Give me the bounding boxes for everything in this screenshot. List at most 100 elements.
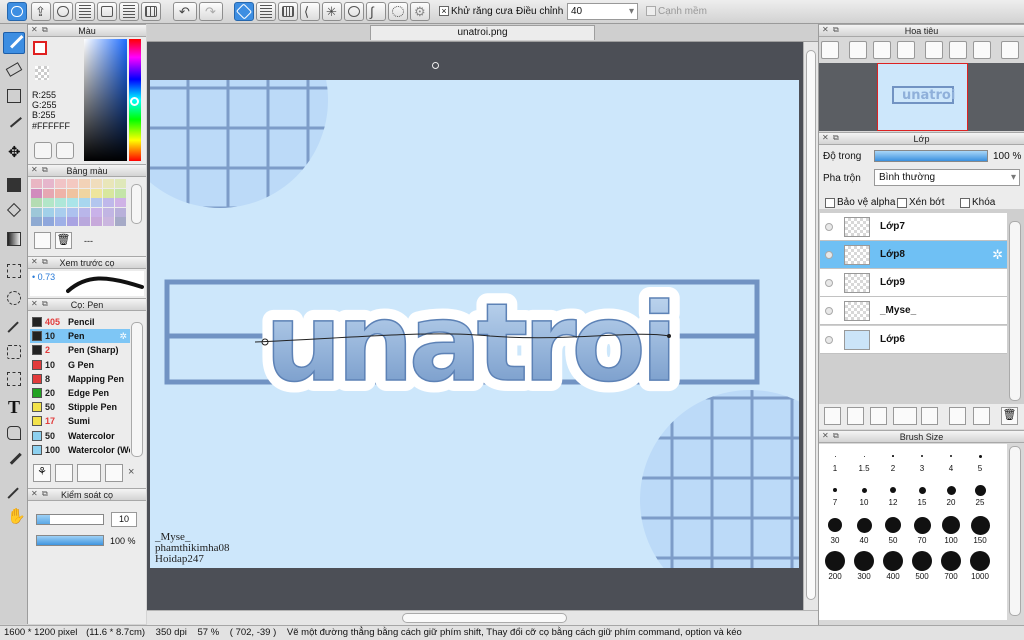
trash-icon[interactable]: 🗑 — [1001, 407, 1018, 425]
eyedropper-tool[interactable] — [3, 480, 25, 502]
vertical-scrollbar[interactable] — [803, 42, 818, 611]
snap-curve-icon[interactable]: ∫ — [366, 2, 386, 21]
hue-slider[interactable] — [129, 39, 141, 161]
float-icon[interactable]: ⧉ — [833, 432, 841, 440]
brush-item[interactable]: 100 Watercolor (We — [30, 443, 130, 457]
snap-ellipse-icon[interactable] — [388, 2, 408, 21]
palette-swatch[interactable] — [115, 188, 126, 198]
palette-swatch[interactable] — [31, 207, 42, 217]
brush-size-option[interactable]: 25 — [966, 482, 994, 507]
palette-swatch[interactable] — [31, 179, 42, 188]
vertical-scroll-thumb[interactable] — [806, 50, 816, 600]
palette-swatch[interactable] — [67, 179, 78, 188]
adjust-dropdown[interactable]: 40 ▾ — [567, 3, 638, 20]
brush-item[interactable]: 405 Pencil — [30, 315, 130, 329]
palette-swatch[interactable] — [79, 207, 90, 217]
new-layer-menu-icon[interactable] — [893, 407, 917, 425]
palette-swatch[interactable] — [55, 207, 66, 217]
palette-icon[interactable] — [34, 142, 52, 159]
new-palette-icon[interactable] — [34, 232, 51, 249]
clip-checkbox[interactable] — [897, 198, 907, 208]
brush-item[interactable]: 20 Edge Pen — [30, 386, 130, 400]
palette-swatch[interactable] — [55, 217, 66, 227]
close-icon[interactable]: ✕ — [822, 134, 830, 142]
document-tab[interactable]: unatroi.png — [370, 25, 595, 40]
duplicate-layer-icon[interactable] — [949, 407, 966, 425]
transparent-color-swatch[interactable] — [35, 66, 49, 80]
gradient-tool[interactable] — [3, 228, 25, 250]
undo-icon[interactable]: ↶ — [173, 2, 197, 21]
brush-size-option[interactable]: 150 — [966, 514, 994, 545]
move-tool[interactable]: ✥ — [3, 142, 25, 164]
palette-swatch[interactable] — [79, 198, 90, 208]
palette-swatch[interactable] — [103, 188, 114, 198]
brush-size-option[interactable]: 1 — [821, 448, 849, 473]
palette-swatch[interactable] — [91, 179, 102, 188]
float-icon[interactable]: ⧉ — [42, 258, 50, 266]
brush-item[interactable]: 17 Sumi — [30, 414, 130, 428]
brush-size-option[interactable]: 15 — [908, 482, 936, 507]
bucket-tool[interactable] — [3, 201, 25, 223]
layer-row[interactable]: Lớp7 — [820, 213, 1007, 241]
layer-opacity-slider[interactable] — [874, 150, 988, 162]
brush-size-option[interactable]: 12 — [879, 482, 907, 507]
brush-size-option[interactable]: 50 — [879, 514, 907, 545]
eye-icon[interactable] — [825, 279, 833, 287]
eye-icon[interactable] — [825, 336, 833, 344]
saturation-value-picker[interactable] — [84, 39, 127, 161]
horizontal-scrollbar[interactable] — [147, 610, 818, 625]
horizontal-scroll-thumb[interactable] — [402, 613, 567, 623]
soft-edge-checkbox[interactable] — [646, 6, 656, 16]
palette-swatch[interactable] — [43, 217, 54, 227]
brush-menu-icon[interactable] — [77, 464, 101, 482]
palette-swatch[interactable] — [79, 188, 90, 198]
brush-settings-icon[interactable] — [105, 464, 123, 482]
float-icon[interactable]: ⧉ — [42, 490, 50, 498]
new-raster-layer-icon[interactable] — [847, 407, 864, 425]
palette-swatch[interactable] — [67, 198, 78, 208]
lock-checkbox[interactable] — [960, 198, 970, 208]
comment-icon[interactable] — [53, 2, 73, 21]
brush-item[interactable]: 50 Stipple Pen — [30, 400, 130, 414]
palette-swatch[interactable] — [43, 179, 54, 188]
palette-swatch[interactable] — [43, 207, 54, 217]
brush-size-scrollbar[interactable] — [1009, 446, 1021, 616]
cloud-icon[interactable] — [7, 2, 27, 21]
snap-off-icon[interactable] — [234, 2, 254, 21]
snap-grid-icon[interactable] — [278, 2, 298, 21]
snap-radial-icon[interactable]: ⟨ — [300, 2, 320, 21]
palette-swatch[interactable] — [55, 198, 66, 208]
palette-swatch[interactable] — [55, 179, 66, 188]
layer-row[interactable]: Lớp6 — [820, 326, 1007, 354]
palette-swatch[interactable] — [67, 217, 78, 227]
list-icon[interactable] — [119, 2, 139, 21]
new-vector-layer-icon[interactable] — [870, 407, 887, 425]
brush-size-option[interactable]: 200 — [821, 550, 849, 581]
layer-row[interactable]: Lớp8 ✲ — [820, 241, 1007, 269]
palette-swatch[interactable] — [115, 217, 126, 227]
fill-rect-tool[interactable] — [3, 174, 25, 196]
palette-swatch[interactable] — [103, 207, 114, 217]
protect-alpha-checkbox[interactable] — [825, 198, 835, 208]
palette-scrollbar[interactable] — [131, 184, 142, 224]
eye-icon[interactable] — [825, 223, 833, 231]
redo-icon[interactable]: ↷ — [199, 2, 223, 21]
palette-swatch[interactable] — [91, 217, 102, 227]
eye-icon[interactable] — [825, 307, 833, 315]
snap-circle-icon[interactable] — [344, 2, 364, 21]
palette-swatch[interactable] — [67, 188, 78, 198]
rotate-reset-icon[interactable] — [949, 41, 967, 59]
brush-size-option[interactable]: 30 — [821, 514, 849, 545]
brush-size-option[interactable]: 1.5 — [850, 448, 878, 473]
brush-size-slider[interactable] — [36, 514, 104, 525]
close-icon[interactable]: ✕ — [31, 300, 39, 308]
note-icon[interactable] — [75, 2, 95, 21]
palette-swatch[interactable] — [43, 198, 54, 208]
brush-item[interactable]: 8 Mapping Pen — [30, 372, 130, 386]
layer-list-scrollbar[interactable] — [1009, 221, 1021, 401]
line-tool[interactable] — [3, 112, 25, 134]
brush-opacity-slider[interactable] — [36, 535, 104, 546]
palette-swatch[interactable] — [79, 179, 90, 188]
close-icon[interactable]: ✕ — [822, 432, 830, 440]
grid-icon[interactable] — [141, 2, 161, 21]
